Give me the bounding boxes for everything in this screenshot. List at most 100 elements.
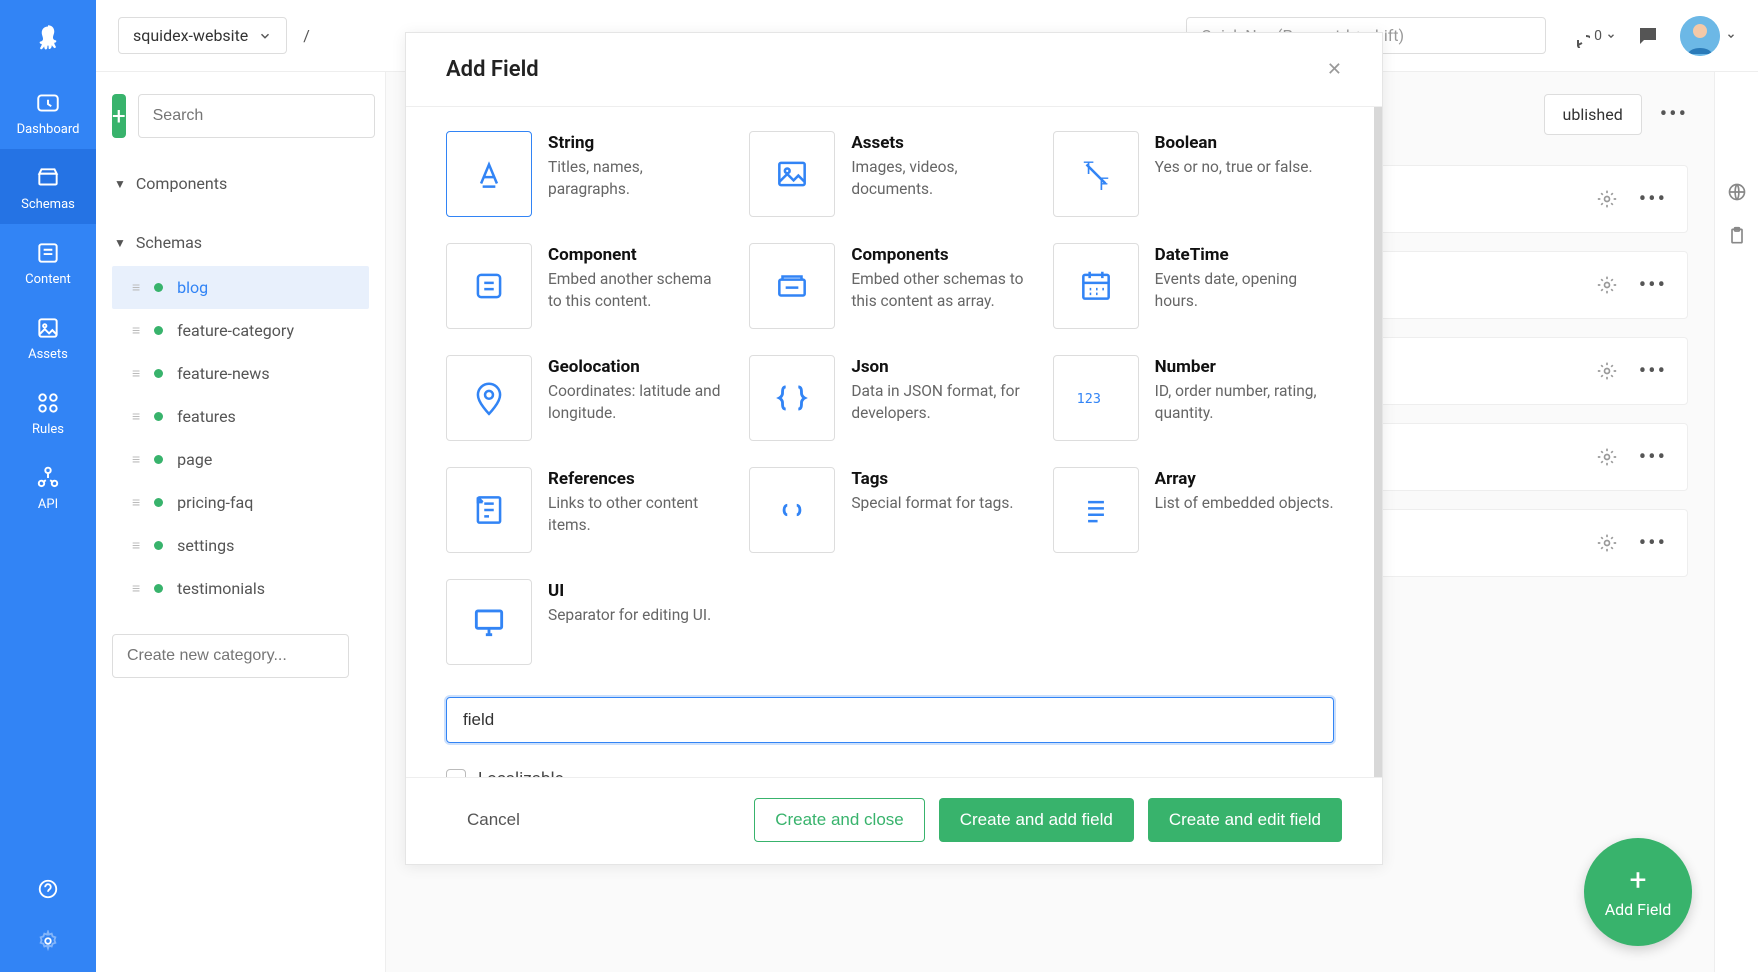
type-card-array[interactable]: ArrayList of embedded objects. (1053, 467, 1334, 553)
right-rail (1714, 72, 1758, 972)
localizable-checkbox[interactable] (446, 769, 466, 777)
type-desc: ID, order number, rating, quantity. (1155, 381, 1334, 424)
settings-icon[interactable] (37, 930, 59, 952)
more-icon[interactable]: ••• (1639, 531, 1667, 556)
schema-item-testimonials[interactable]: ≡testimonials (112, 567, 369, 610)
type-card-ui[interactable]: UISeparator for editing UI. (446, 579, 727, 665)
type-card-component[interactable]: Component Embed another schema to this co… (446, 243, 727, 329)
schema-name: feature-news (177, 364, 269, 383)
gear-icon[interactable] (1597, 533, 1617, 553)
schema-item-blog[interactable]: ≡blog (112, 266, 369, 309)
rules-icon (35, 390, 61, 416)
type-card-json[interactable]: JsonData in JSON format, for developers. (749, 355, 1030, 441)
type-card-boolean[interactable]: TFBooleanYes or no, true or false. (1053, 131, 1334, 217)
published-badge[interactable]: ublished (1544, 94, 1642, 135)
gear-icon[interactable] (1597, 361, 1617, 381)
create-and-add-field-button[interactable]: Create and add field (939, 798, 1134, 842)
avatar[interactable] (1680, 16, 1720, 56)
geolocation-icon (446, 355, 532, 441)
gear-icon[interactable] (1597, 447, 1617, 467)
number-icon: 123 (1053, 355, 1139, 441)
type-card-tags[interactable]: TagsSpecial format for tags. (749, 467, 1030, 553)
type-title: Json (851, 357, 1030, 377)
schema-item-page[interactable]: ≡page (112, 438, 369, 481)
schema-name: page (177, 450, 212, 469)
ui-icon (446, 579, 532, 665)
type-card-datetime[interactable]: DateTimeEvents date, opening hours. (1053, 243, 1334, 329)
array-icon (1053, 467, 1139, 553)
more-icon[interactable]: ••• (1639, 445, 1667, 470)
close-icon[interactable]: ✕ (1327, 59, 1342, 80)
schema-item-features[interactable]: ≡features (112, 395, 369, 438)
schema-name: blog (177, 278, 208, 297)
more-icon[interactable]: ••• (1639, 359, 1667, 384)
type-card-assets[interactable]: AssetsImages, videos, documents. (749, 131, 1030, 217)
add-schema-button[interactable]: + (112, 94, 126, 138)
nav-content[interactable]: Content (0, 224, 96, 299)
schema-panel: + ▼Components ▼Schemas ≡blog ≡feature-ca… (96, 72, 386, 972)
create-and-close-button[interactable]: Create and close (754, 798, 925, 842)
type-desc: Yes or no, true or false. (1155, 157, 1313, 179)
references-icon (446, 467, 532, 553)
localizable-label: Localizable (478, 769, 564, 777)
tags-icon (749, 467, 835, 553)
type-card-number[interactable]: 123 Number ID, order number, rating, quant… (1053, 355, 1334, 441)
chevron-down-icon (258, 29, 272, 43)
type-title: Tags (851, 469, 1013, 489)
tree-label: Components (136, 174, 227, 193)
nav-dashboard[interactable]: Dashboard (0, 74, 96, 149)
type-desc: Events date, opening hours. (1155, 269, 1334, 312)
tree-schemas[interactable]: ▼Schemas (112, 227, 369, 258)
type-title: Number (1155, 357, 1334, 377)
type-title: Boolean (1155, 133, 1313, 153)
squid-icon (33, 24, 63, 54)
schema-item-feature-news[interactable]: ≡feature-news (112, 352, 369, 395)
create-and-edit-field-button[interactable]: Create and edit field (1148, 798, 1342, 842)
chevron-down-icon (1726, 31, 1736, 41)
help-icon[interactable] (37, 878, 59, 900)
more-icon[interactable]: ••• (1639, 187, 1667, 212)
app-selector[interactable]: squidex-website (118, 17, 287, 54)
more-icon[interactable]: ••• (1660, 102, 1688, 127)
globe-icon[interactable] (1727, 182, 1747, 202)
nav-assets[interactable]: Assets (0, 299, 96, 374)
type-card-references[interactable]: ReferencesLinks to other content items. (446, 467, 727, 553)
schemas-icon (35, 165, 61, 191)
field-name-input[interactable] (446, 697, 1334, 743)
logo[interactable] (23, 14, 73, 64)
nav-api[interactable]: API (0, 449, 96, 524)
type-title: UI (548, 581, 711, 601)
schema-item-settings[interactable]: ≡settings (112, 524, 369, 567)
schema-item-pricing-faq[interactable]: ≡pricing-faq (112, 481, 369, 524)
gear-icon[interactable] (1597, 275, 1617, 295)
create-category-input[interactable] (112, 634, 349, 678)
type-desc: Links to other content items. (548, 493, 727, 536)
assets-icon (749, 131, 835, 217)
more-icon[interactable]: ••• (1639, 273, 1667, 298)
type-card-string[interactable]: StringTitles, names, paragraphs. (446, 131, 727, 217)
type-card-components[interactable]: ComponentsEmbed other schemas to this co… (749, 243, 1030, 329)
tree-components[interactable]: ▼Components (112, 168, 369, 199)
component-icon (446, 243, 532, 329)
type-title: Assets (851, 133, 1030, 153)
type-card-geolocation[interactable]: GeolocationCoordinates: latitude and lon… (446, 355, 727, 441)
nav-label: Dashboard (17, 122, 80, 137)
add-field-fab[interactable]: + Add Field (1584, 838, 1692, 946)
type-title: Component (548, 245, 727, 265)
search-input[interactable] (138, 94, 375, 138)
clipboard-icon[interactable] (1727, 226, 1747, 246)
fab-label: Add Field (1605, 900, 1672, 919)
schema-name: features (177, 407, 236, 426)
cancel-button[interactable]: Cancel (446, 798, 541, 842)
nav-schemas[interactable]: Schemas (0, 149, 96, 224)
type-desc: Embed another schema to this content. (548, 269, 727, 312)
schema-name: testimonials (177, 579, 265, 598)
chat-icon[interactable] (1636, 24, 1660, 48)
gear-icon[interactable] (1597, 189, 1617, 209)
nav-rules[interactable]: Rules (0, 374, 96, 449)
schema-item-feature-category[interactable]: ≡feature-category (112, 309, 369, 352)
sync-icon[interactable]: 0 (1566, 24, 1616, 48)
schema-name: pricing-faq (177, 493, 253, 512)
assets-icon (35, 315, 61, 341)
dashboard-icon (35, 90, 61, 116)
